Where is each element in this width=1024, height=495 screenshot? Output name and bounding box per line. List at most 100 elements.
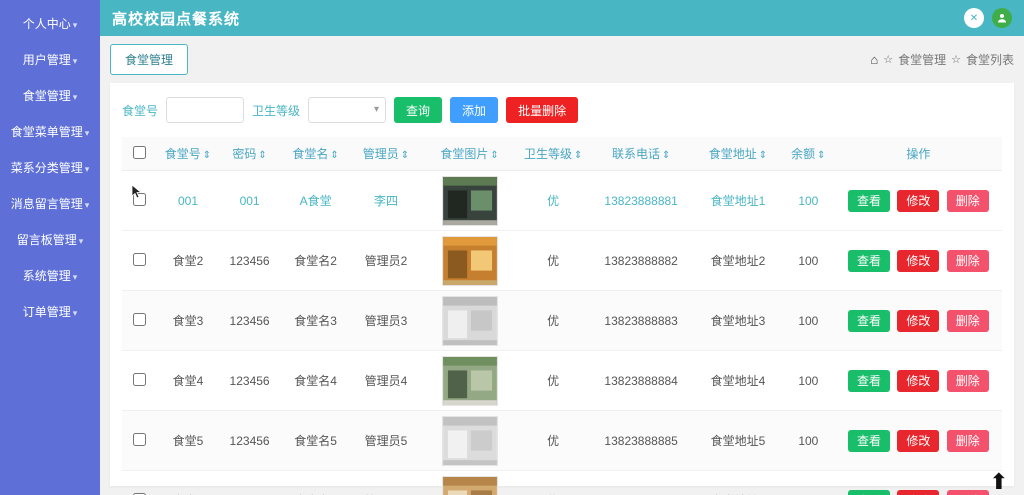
row-checkbox[interactable] bbox=[133, 252, 147, 266]
canteen-photo[interactable] bbox=[441, 175, 498, 226]
page-header-row: 食堂管理 ⌂ ☆ 食堂管理 ☆ 食堂列表 bbox=[110, 44, 1014, 75]
table-row[interactable]: 食堂3 123456 食堂名3 管理员3 优 13823888883 食堂地址3… bbox=[122, 290, 1002, 351]
delete-button[interactable]: 删除 bbox=[946, 309, 989, 332]
close-icon[interactable]: ✕ bbox=[964, 8, 984, 28]
main-area: 高校校园点餐系统 ✕ 食堂管理 ⌂ ☆ 食堂管理 ☆ 食堂列表 食堂号 卫生等级… bbox=[100, 0, 1024, 495]
column-header-address[interactable]: 食堂地址 ⇕ bbox=[693, 137, 782, 171]
edit-button[interactable]: 修改 bbox=[897, 369, 940, 392]
cell-phone: 13823888881 bbox=[588, 170, 694, 231]
delete-button[interactable]: 删除 bbox=[946, 189, 989, 212]
sort-icon[interactable]: ⇕ bbox=[401, 150, 409, 161]
chevron-down-icon: ▾ bbox=[374, 104, 380, 115]
back-to-top-button[interactable]: ⬆ bbox=[990, 471, 1008, 493]
sort-icon[interactable]: ⇕ bbox=[203, 150, 211, 161]
row-checkbox[interactable] bbox=[133, 372, 147, 386]
row-checkbox[interactable] bbox=[133, 192, 147, 206]
sidebar-item-user-management[interactable]: 用户管理 ▾ bbox=[0, 42, 100, 78]
canteen-photo[interactable] bbox=[441, 475, 498, 495]
canteen-table: 食堂号 ⇕ 密码 ⇕ 食堂名 ⇕ 管理员 ⇕ 食堂图片 ⇕ 卫生等级 ⇕ 联系电话 ⇕ 食堂地… bbox=[122, 137, 1002, 495]
view-button[interactable]: 查看 bbox=[848, 309, 891, 332]
column-header-actions: 操作 bbox=[834, 137, 1002, 171]
edit-button[interactable]: 修改 bbox=[897, 309, 940, 332]
batch-delete-button[interactable]: 批量删除 bbox=[506, 97, 579, 123]
sidebar-item-label: 消息留言管理 bbox=[10, 197, 83, 211]
view-button[interactable]: 查看 bbox=[848, 429, 891, 452]
column-header-balance[interactable]: 余额 ⇕ bbox=[781, 137, 835, 171]
canteen-photo[interactable] bbox=[441, 415, 498, 466]
canteen-photo[interactable] bbox=[441, 235, 498, 286]
view-button[interactable]: 查看 bbox=[848, 189, 891, 212]
close-glyph: ✕ bbox=[969, 12, 979, 24]
column-header-canteen-no[interactable]: 食堂号 ⇕ bbox=[157, 137, 219, 171]
table-row[interactable]: 食堂4 123456 食堂名4 管理员4 优 13823888884 食堂地址4… bbox=[122, 350, 1002, 411]
home-icon[interactable]: ⌂ bbox=[870, 52, 878, 67]
sidebar-item-canteen-menu-management[interactable]: 食堂菜单管理 ▾ bbox=[0, 114, 100, 150]
sort-icon[interactable]: ⇕ bbox=[662, 150, 670, 161]
cell-address: 食堂地址2 bbox=[693, 230, 782, 291]
cell-hygiene: 优 bbox=[517, 470, 589, 495]
sidebar-item-message-board-management[interactable]: 留言板管理 ▾ bbox=[0, 222, 100, 258]
sort-icon[interactable]: ⇕ bbox=[817, 150, 825, 161]
add-button[interactable]: 添加 bbox=[450, 97, 499, 123]
canteen-no-input[interactable] bbox=[166, 97, 245, 123]
user-icon[interactable] bbox=[992, 8, 1012, 28]
hygiene-level-select[interactable]: ▾ bbox=[308, 97, 387, 123]
sort-icon[interactable]: ⇕ bbox=[330, 150, 338, 161]
breadcrumb-item-canteen-management[interactable]: 食堂管理 bbox=[898, 51, 946, 68]
sort-icon[interactable]: ⇕ bbox=[258, 150, 266, 161]
delete-button[interactable]: 删除 bbox=[946, 429, 989, 452]
column-header-photo[interactable]: 食堂图片 ⇕ bbox=[421, 137, 518, 171]
tab-canteen-management[interactable]: 食堂管理 bbox=[110, 44, 189, 75]
cell-name: A食堂 bbox=[280, 170, 351, 231]
cell-manager: 管理员4 bbox=[350, 350, 422, 411]
cell-actions: 查看 修改 删除 bbox=[834, 170, 1002, 231]
select-all-checkbox[interactable] bbox=[133, 145, 147, 159]
chevron-down-icon: ▾ bbox=[84, 128, 90, 138]
sidebar-item-label: 用户管理 bbox=[22, 53, 71, 67]
column-header-phone[interactable]: 联系电话 ⇕ bbox=[588, 137, 694, 171]
view-button[interactable]: 查看 bbox=[848, 489, 891, 495]
view-button[interactable]: 查看 bbox=[848, 369, 891, 392]
sidebar-item-order-management[interactable]: 订单管理 ▾ bbox=[0, 294, 100, 330]
canteen-photo[interactable] bbox=[441, 295, 498, 346]
column-header-name[interactable]: 食堂名 ⇕ bbox=[280, 137, 351, 171]
edit-button[interactable]: 修改 bbox=[897, 429, 940, 452]
cell-phone: 13823888885 bbox=[588, 410, 694, 471]
edit-button[interactable]: 修改 bbox=[897, 489, 940, 495]
column-label: 卫生等级 bbox=[523, 147, 572, 161]
table-row[interactable]: 食堂2 123456 食堂名2 管理员2 优 13823888882 食堂地址2… bbox=[122, 230, 1002, 291]
chevron-down-icon: ▾ bbox=[72, 308, 78, 318]
delete-button[interactable]: 删除 bbox=[946, 249, 989, 272]
sidebar-item-system-management[interactable]: 系统管理 ▾ bbox=[0, 258, 100, 294]
sidebar-item-message-management[interactable]: 消息留言管理 ▾ bbox=[0, 186, 100, 222]
sort-icon[interactable]: ⇕ bbox=[574, 150, 582, 161]
canteen-photo[interactable] bbox=[441, 355, 498, 406]
cell-password: 123456 bbox=[218, 350, 281, 411]
column-header-password[interactable]: 密码 ⇕ bbox=[218, 137, 281, 171]
search-button[interactable]: 查询 bbox=[394, 97, 443, 123]
view-button[interactable]: 查看 bbox=[848, 249, 891, 272]
sort-icon[interactable]: ⇕ bbox=[759, 150, 767, 161]
chevron-down-icon: ▾ bbox=[84, 164, 90, 174]
cell-manager: 管理员5 bbox=[350, 410, 422, 471]
table-row[interactable]: 食堂5 123456 食堂名5 管理员5 优 13823888885 食堂地址5… bbox=[122, 410, 1002, 471]
sidebar-item-cuisine-category-management[interactable]: 菜系分类管理 ▾ bbox=[0, 150, 100, 186]
row-checkbox[interactable] bbox=[133, 312, 147, 326]
column-header-manager[interactable]: 管理员 ⇕ bbox=[350, 137, 422, 171]
sort-icon[interactable]: ⇕ bbox=[490, 150, 498, 161]
sidebar-item-personal-center[interactable]: 个人中心 ▾ bbox=[0, 6, 100, 42]
table-row[interactable]: 001 001 A食堂 李四 优 13823888881 食堂地址1 100 查… bbox=[122, 170, 1002, 231]
checkbox-cell bbox=[122, 290, 158, 351]
table-row[interactable]: 食堂6 123456 食堂名6 管理员6 优 13823888886 食堂地址6… bbox=[122, 470, 1002, 495]
sidebar-item-canteen-management[interactable]: 食堂管理 ▾ bbox=[0, 78, 100, 114]
delete-button[interactable]: 删除 bbox=[946, 489, 989, 495]
row-checkbox[interactable] bbox=[133, 432, 147, 446]
cell-password: 123456 bbox=[218, 290, 281, 351]
delete-button[interactable]: 删除 bbox=[946, 369, 989, 392]
edit-button[interactable]: 修改 bbox=[897, 249, 940, 272]
cell-phone: 13823888886 bbox=[588, 470, 694, 495]
edit-button[interactable]: 修改 bbox=[897, 189, 940, 212]
breadcrumb-item-canteen-list[interactable]: 食堂列表 bbox=[966, 51, 1014, 68]
column-header-hygiene[interactable]: 卫生等级 ⇕ bbox=[517, 137, 589, 171]
cell-password: 123456 bbox=[218, 410, 281, 471]
